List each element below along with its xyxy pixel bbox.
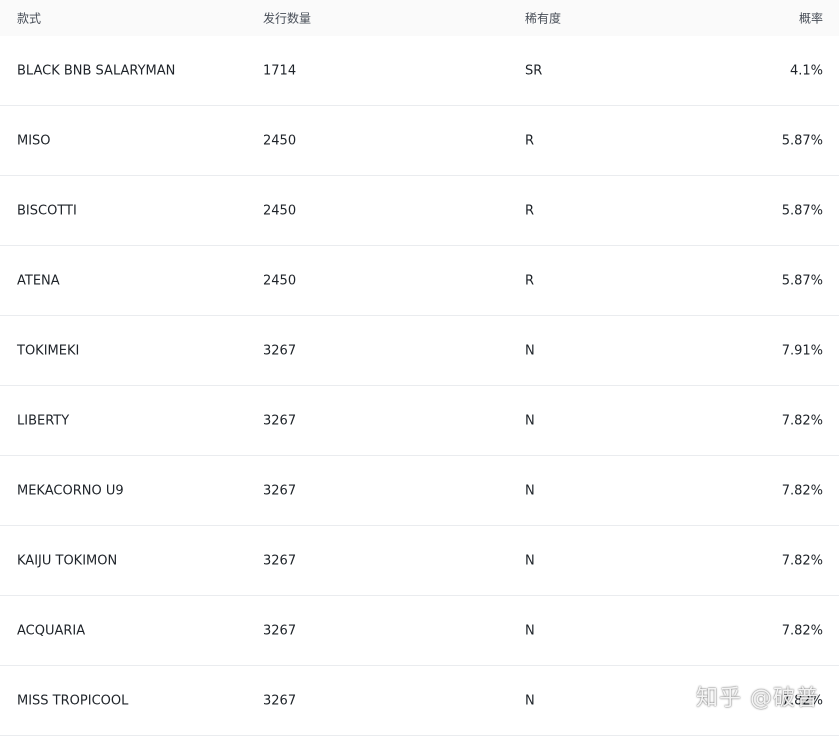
table-row: KAIJU TOKIMON 3267 N 7.82% [0,526,839,596]
cell-supply: 3267 [263,483,296,498]
cell-rarity: R [525,203,534,218]
cell-supply: 3267 [263,693,296,708]
cell-name: LIBERTY [17,413,69,428]
table-row: MISS TROPICOOL 3267 N 7.82% [0,666,839,736]
cell-probability: 4.1% [790,63,823,78]
cell-rarity: N [525,623,535,638]
nft-rarity-table: 款式 发行数量 稀有度 概率 BLACK BNB SALARYMAN 1714 SR… [0,0,839,736]
cell-rarity: R [525,133,534,148]
cell-name: TOKIMEKI [17,343,79,358]
cell-probability: 5.87% [782,133,823,148]
cell-probability: 7.91% [782,343,823,358]
cell-rarity: N [525,483,535,498]
cell-rarity: R [525,273,534,288]
table-row: ATENA 2450 R 5.87% [0,246,839,316]
cell-rarity: N [525,693,535,708]
header-name: 款式 [17,10,41,27]
table-row: BLACK BNB SALARYMAN 1714 SR 4.1% [0,36,839,106]
cell-supply: 2450 [263,133,296,148]
cell-supply: 3267 [263,413,296,428]
cell-supply: 3267 [263,553,296,568]
cell-name: MISS TROPICOOL [17,693,128,708]
cell-probability: 5.87% [782,203,823,218]
table-row: BISCOTTI 2450 R 5.87% [0,176,839,246]
cell-rarity: N [525,553,535,568]
table-row: TOKIMEKI 3267 N 7.91% [0,316,839,386]
cell-supply: 3267 [263,343,296,358]
cell-supply: 1714 [263,63,296,78]
cell-name: ACQUARIA [17,623,85,638]
cell-probability: 7.82% [782,623,823,638]
cell-supply: 3267 [263,623,296,638]
cell-name: BISCOTTI [17,203,77,218]
cell-supply: 2450 [263,203,296,218]
cell-name: BLACK BNB SALARYMAN [17,63,175,78]
cell-probability: 7.82% [782,693,823,708]
cell-rarity: SR [525,63,542,78]
table-row: MISO 2450 R 5.87% [0,106,839,176]
cell-name: KAIJU TOKIMON [17,553,117,568]
cell-rarity: N [525,343,535,358]
cell-rarity: N [525,413,535,428]
cell-name: MISO [17,133,51,148]
header-rarity: 稀有度 [525,10,561,27]
cell-name: ATENA [17,273,60,288]
table-row: MEKACORNO U9 3267 N 7.82% [0,456,839,526]
cell-probability: 5.87% [782,273,823,288]
cell-name: MEKACORNO U9 [17,483,124,498]
cell-probability: 7.82% [782,413,823,428]
cell-supply: 2450 [263,273,296,288]
table-row: LIBERTY 3267 N 7.82% [0,386,839,456]
table-header: 款式 发行数量 稀有度 概率 [0,0,839,36]
cell-probability: 7.82% [782,553,823,568]
table-row: ACQUARIA 3267 N 7.82% [0,596,839,666]
cell-probability: 7.82% [782,483,823,498]
table-body: BLACK BNB SALARYMAN 1714 SR 4.1% MISO 2450 R 5.… [0,36,839,736]
header-supply: 发行数量 [263,10,311,27]
header-probability: 概率 [799,10,823,27]
